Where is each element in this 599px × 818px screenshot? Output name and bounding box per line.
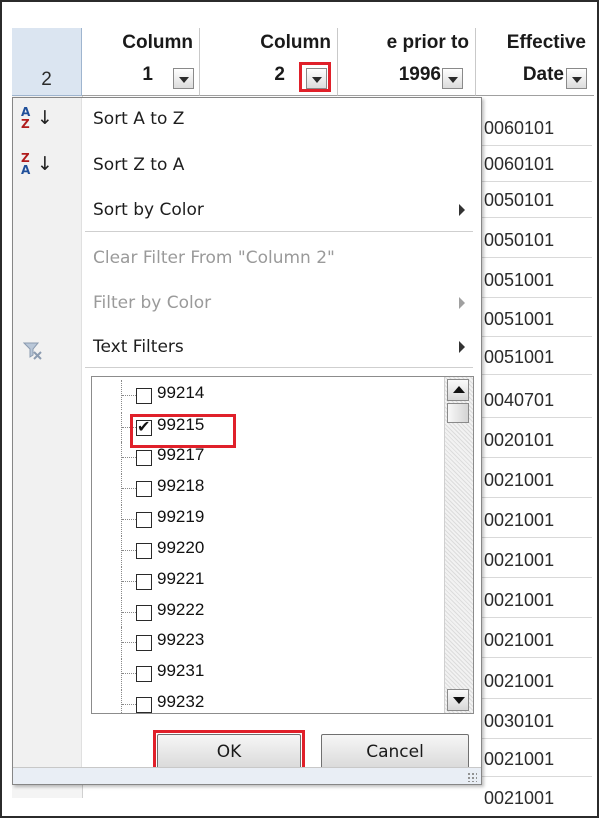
column-header-2-line1: Column <box>260 32 331 53</box>
list-item[interactable]: 99223 <box>92 627 432 657</box>
effective-date-cell[interactable]: 0050101 <box>482 182 592 218</box>
filter-checkbox[interactable] <box>136 388 152 404</box>
effective-date-cell[interactable]: 0021001 <box>482 502 592 538</box>
submenu-arrow-icon <box>459 204 465 216</box>
cancel-button[interactable]: Cancel <box>321 734 469 770</box>
effective-date-cell[interactable]: 0021001 <box>482 741 592 777</box>
effective-date-cell[interactable]: 0051001 <box>482 339 592 375</box>
submenu-arrow-icon <box>459 341 465 353</box>
list-item[interactable]: 99215 <box>92 412 432 442</box>
row-header[interactable]: 2 <box>12 28 82 96</box>
filter-value-label: 99223 <box>157 630 205 649</box>
effective-date-cell[interactable]: 0021001 <box>482 663 592 699</box>
effective-date-cell[interactable]: 0020101 <box>482 422 592 458</box>
scroll-thumb[interactable] <box>447 403 469 423</box>
list-item[interactable]: 99231 <box>92 658 432 688</box>
column-header-3: e prior to 1996 <box>338 28 476 96</box>
filter-value-label: 99214 <box>157 383 205 402</box>
clear-filter-icon <box>23 342 42 360</box>
effective-date-cell[interactable]: 0021001 <box>482 622 592 658</box>
filter-value-label: 99218 <box>157 476 205 495</box>
filter-value-label: 99231 <box>157 661 205 680</box>
filter-value-label: 99232 <box>157 692 205 711</box>
scroll-down-button[interactable] <box>447 689 469 711</box>
effective-date-cell[interactable]: 0040701 <box>482 382 592 418</box>
filter-value-label: 99215 <box>157 415 205 434</box>
filter-by-color-item[interactable]: Filter by Color <box>93 293 211 313</box>
column-4-filter-dropdown[interactable] <box>566 68 587 89</box>
column-2-filter-dropdown[interactable] <box>306 68 327 89</box>
column-header-4-line2: Date <box>522 64 564 85</box>
column-header-1-line2: 1 <box>142 64 153 85</box>
filter-checkbox[interactable] <box>136 697 152 713</box>
sort-a-to-z-item[interactable]: Sort A to Z <box>93 109 184 129</box>
menu-icon-gutter <box>13 98 82 784</box>
resize-grip-icon[interactable] <box>467 772 477 782</box>
effective-date-cell[interactable]: 0021001 <box>482 542 592 578</box>
row-number: 2 <box>41 69 52 90</box>
column-header-2: Column 2 <box>200 28 338 96</box>
effective-date-cell[interactable]: 0021001 <box>482 462 592 498</box>
list-item[interactable]: 99219 <box>92 504 432 534</box>
scroll-up-button[interactable] <box>447 379 469 401</box>
list-item[interactable]: 99222 <box>92 597 432 627</box>
effective-date-cell[interactable]: 0021001 <box>482 582 592 618</box>
column-header-1: Column 1 <box>82 28 200 96</box>
menu-status-bar <box>13 767 481 784</box>
list-item[interactable]: 99221 <box>92 566 432 596</box>
list-item[interactable]: 99218 <box>92 473 432 503</box>
list-scrollbar[interactable] <box>444 377 473 713</box>
filter-menu: AZ ↓ Sort A to Z ZA ↓ Sort Z to A Sort b… <box>12 97 482 785</box>
column-header-4-line1: Effective <box>506 32 586 53</box>
effective-date-cell[interactable]: 0021001 <box>482 780 592 816</box>
sort-ascending-icon: AZ ↓ <box>21 105 53 131</box>
menu-separator <box>85 231 473 232</box>
filter-checkbox[interactable] <box>136 666 152 682</box>
filter-values-list[interactable]: 99214 99215 99217 99218 99219 99220 9922… <box>91 376 474 714</box>
effective-date-cell[interactable]: 0060101 <box>482 146 592 182</box>
sort-z-to-a-item[interactable]: Sort Z to A <box>93 155 184 175</box>
list-item[interactable]: 99232 <box>92 689 432 713</box>
column-header-4: Effective Date <box>476 28 594 96</box>
column-header-3-line1: e prior to <box>386 32 469 53</box>
effective-date-cell[interactable]: 0051001 <box>482 262 592 298</box>
effective-date-cell[interactable]: 0051001 <box>482 301 592 337</box>
filter-checkbox[interactable] <box>136 450 152 466</box>
sort-by-color-item[interactable]: Sort by Color <box>93 200 204 220</box>
filter-checkbox[interactable] <box>136 417 152 436</box>
column-header-1-line1: Column <box>122 32 193 53</box>
filter-value-label: 99219 <box>157 507 205 526</box>
filter-checkbox[interactable] <box>136 543 152 559</box>
column-header-2-line2: 2 <box>274 64 285 85</box>
filter-value-label: 99217 <box>157 445 205 464</box>
filter-checkbox[interactable] <box>136 605 152 621</box>
filter-checkbox[interactable] <box>136 574 152 590</box>
column-3-filter-dropdown[interactable] <box>442 68 463 89</box>
effective-date-cell[interactable]: 0050101 <box>482 222 592 258</box>
filter-checkbox[interactable] <box>136 635 152 651</box>
filter-value-label: 99222 <box>157 600 205 619</box>
effective-date-cell[interactable]: 0060101 <box>482 110 592 146</box>
list-item[interactable]: 99220 <box>92 535 432 565</box>
ok-button[interactable]: OK <box>157 734 301 770</box>
menu-separator <box>85 367 473 368</box>
effective-date-cell[interactable]: 0030101 <box>482 703 592 739</box>
filter-value-label: 99221 <box>157 569 205 588</box>
text-filters-item[interactable]: Text Filters <box>93 337 184 357</box>
list-item[interactable]: 99214 <box>92 380 432 410</box>
sort-descending-icon: ZA ↓ <box>21 151 53 177</box>
filter-value-label: 99220 <box>157 538 205 557</box>
submenu-arrow-icon <box>459 297 465 309</box>
list-item[interactable]: 99217 <box>92 442 432 472</box>
filter-checkbox[interactable] <box>136 481 152 497</box>
column-1-filter-dropdown[interactable] <box>173 68 194 89</box>
column-header-3-line2: 1996 <box>398 64 441 85</box>
filter-checkbox[interactable] <box>136 512 152 528</box>
clear-filter-item[interactable]: Clear Filter From "Column 2" <box>93 248 335 268</box>
